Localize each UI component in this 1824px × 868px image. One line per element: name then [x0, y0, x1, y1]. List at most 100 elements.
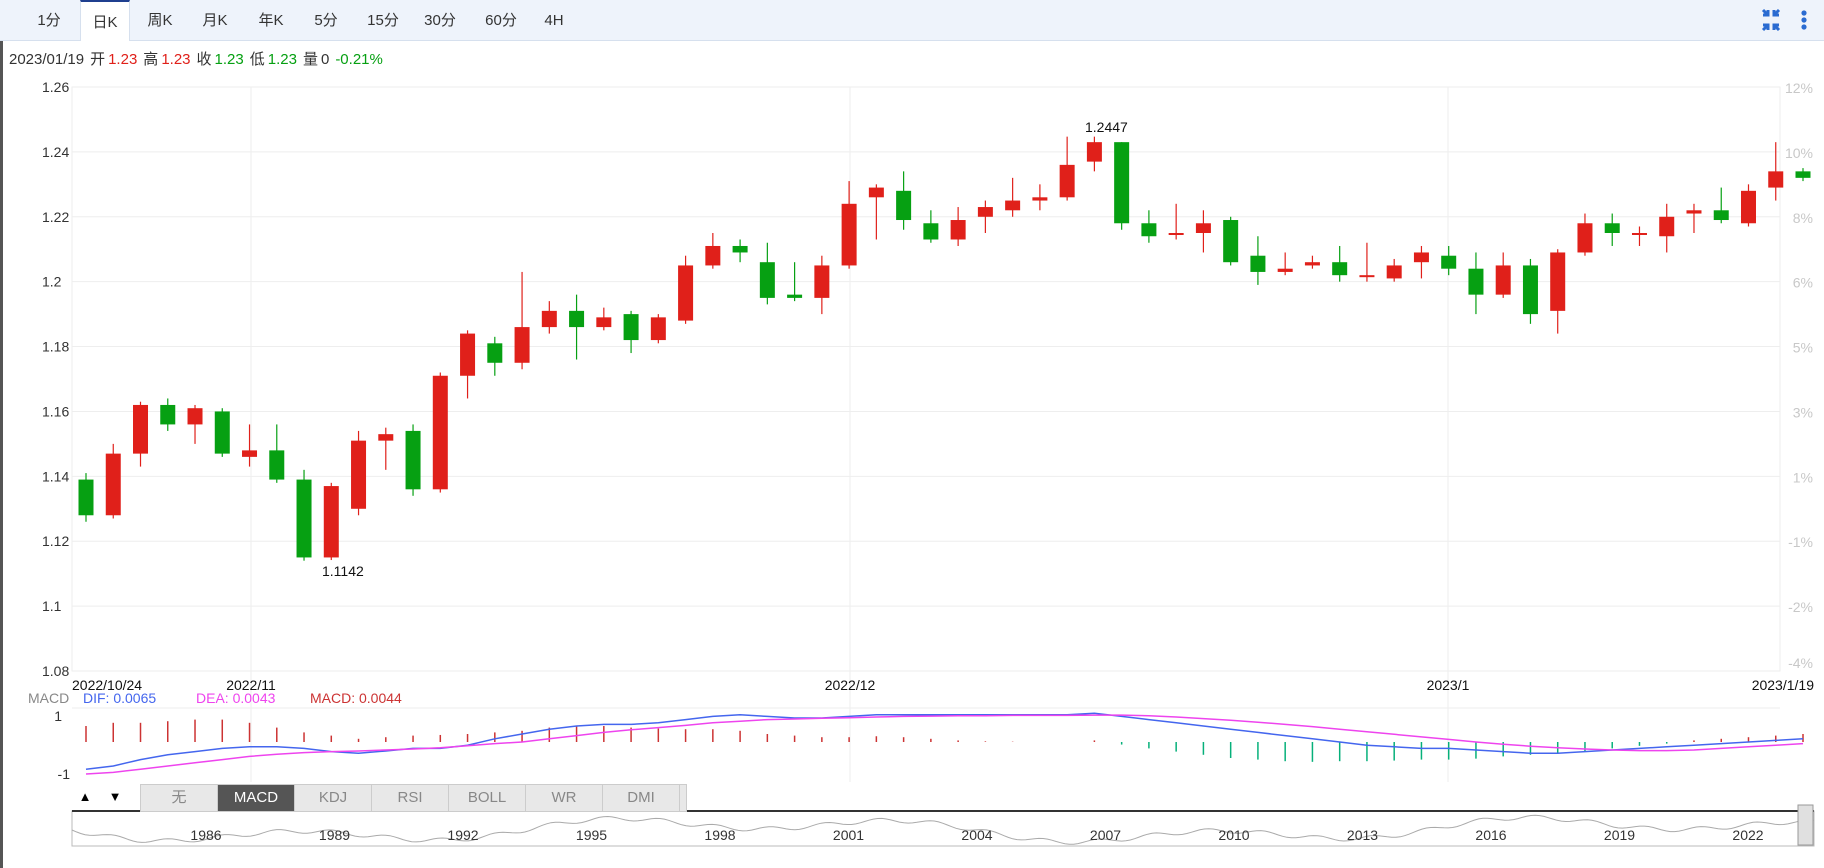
- right-tick-label: -4%: [1788, 655, 1813, 671]
- candle-body: [1114, 142, 1130, 224]
- candle: [678, 255, 694, 324]
- tab-7[interactable]: 15分: [358, 0, 408, 40]
- overview-year-label: 2016: [1475, 827, 1506, 843]
- candle: [596, 307, 612, 331]
- candle-body: [1550, 252, 1566, 311]
- tab-9[interactable]: 60分: [475, 0, 527, 40]
- right-tick-label: 10%: [1785, 145, 1813, 161]
- scroll-down-button[interactable]: ▼: [102, 786, 128, 808]
- right-tick-label: 6%: [1793, 275, 1813, 291]
- candle-body: [977, 207, 993, 217]
- candlestick-chart[interactable]: 1.261.241.221.21.181.161.141.121.11.0812…: [0, 0, 1824, 868]
- candle-body: [460, 333, 476, 376]
- quote-date: 2023/01/19: [9, 51, 85, 68]
- candle-body: [378, 434, 394, 441]
- scroll-up-button[interactable]: ▲: [72, 786, 98, 808]
- overview-year-label: 2004: [961, 827, 992, 843]
- candle: [1277, 252, 1293, 276]
- candle-body: [1740, 190, 1756, 224]
- tab-2[interactable]: 日K: [80, 0, 130, 41]
- overview-year-label: 1992: [447, 827, 478, 843]
- indicator-tab-wr[interactable]: WR: [526, 785, 603, 811]
- candle: [650, 314, 666, 344]
- candle: [1168, 203, 1184, 240]
- candle-body: [1141, 223, 1157, 237]
- y-tick-label: 1.2: [42, 274, 62, 290]
- indicator-tab-kdj[interactable]: KDJ: [295, 785, 372, 811]
- candle-body: [1032, 197, 1048, 201]
- candle-body: [1277, 268, 1293, 272]
- high-label: 高: [143, 51, 159, 68]
- candle-body: [323, 486, 339, 558]
- indicator-tab-dmi[interactable]: DMI: [603, 785, 680, 811]
- candle: [405, 424, 421, 496]
- candle-body: [1522, 265, 1538, 315]
- close-value: 1.23: [214, 51, 244, 68]
- indicator-tab-无[interactable]: 无: [141, 785, 218, 811]
- high-annotation: 1.2447: [1085, 119, 1128, 135]
- y-tick-label: 1.14: [42, 468, 69, 484]
- open-value: 1.23: [108, 51, 138, 68]
- candle-body: [1250, 255, 1266, 272]
- candle-body: [1795, 171, 1811, 178]
- indicator-tab-rsi[interactable]: RSI: [372, 785, 449, 811]
- candle-body: [650, 317, 666, 341]
- y-tick-label: 1.26: [42, 79, 69, 95]
- overview-year-label: 2001: [833, 827, 864, 843]
- candle: [1659, 203, 1675, 253]
- candle-body: [1086, 142, 1102, 162]
- candle-body: [678, 265, 694, 321]
- candle-body: [1223, 220, 1239, 263]
- candle: [623, 310, 639, 354]
- close-label: 收: [196, 51, 212, 68]
- right-tick-label: 8%: [1793, 210, 1813, 226]
- tab-1[interactable]: 1分: [30, 0, 68, 40]
- candle: [133, 401, 149, 467]
- tab-5[interactable]: 年K: [246, 0, 296, 40]
- right-tick-label: 12%: [1785, 80, 1813, 96]
- candle-body: [814, 265, 830, 298]
- candle: [296, 469, 312, 561]
- right-tick-label: 5%: [1793, 340, 1813, 356]
- candle: [1522, 258, 1538, 324]
- tab-6[interactable]: 5分: [304, 0, 348, 40]
- exit-fullscreen-icon[interactable]: [1758, 6, 1784, 34]
- candle: [1114, 142, 1130, 230]
- candle: [487, 336, 503, 376]
- tab-4[interactable]: 月K: [190, 0, 240, 40]
- candle-body: [732, 245, 748, 253]
- macd-tick-label: 1: [54, 708, 62, 724]
- candle-body: [1604, 223, 1620, 233]
- candle: [1086, 136, 1102, 172]
- candle-body: [759, 262, 775, 298]
- candle-body: [1577, 223, 1593, 253]
- tab-3[interactable]: 周K: [135, 0, 185, 40]
- more-menu-icon[interactable]: [1796, 6, 1812, 34]
- candle: [323, 482, 339, 561]
- candle-body: [1713, 210, 1729, 221]
- candle: [1005, 177, 1021, 217]
- indicator-tab-boll[interactable]: BOLL: [449, 785, 526, 811]
- high-value: 1.23: [161, 51, 191, 68]
- tab-8[interactable]: 30分: [415, 0, 465, 40]
- candle-body: [841, 203, 857, 266]
- candle-body: [432, 375, 448, 490]
- candle-body: [569, 310, 585, 328]
- candle-body: [1005, 200, 1021, 211]
- overview-year-label: 2013: [1347, 827, 1378, 843]
- overview-year-label: 2007: [1090, 827, 1121, 843]
- candle-body: [78, 479, 94, 516]
- candle-body: [596, 317, 612, 328]
- candle-body: [1441, 255, 1457, 269]
- x-tick-label: 2023/1: [1427, 677, 1470, 693]
- candle: [460, 330, 476, 399]
- candle-body: [705, 245, 721, 266]
- candle: [1359, 242, 1375, 282]
- dif-line: [85, 712, 1804, 770]
- right-tick-label: 3%: [1793, 404, 1813, 420]
- tab-10[interactable]: 4H: [534, 0, 574, 40]
- candle: [1304, 255, 1320, 269]
- candle: [1795, 168, 1811, 182]
- indicator-tab-macd[interactable]: MACD: [218, 785, 295, 811]
- overview-handle: [1797, 804, 1814, 846]
